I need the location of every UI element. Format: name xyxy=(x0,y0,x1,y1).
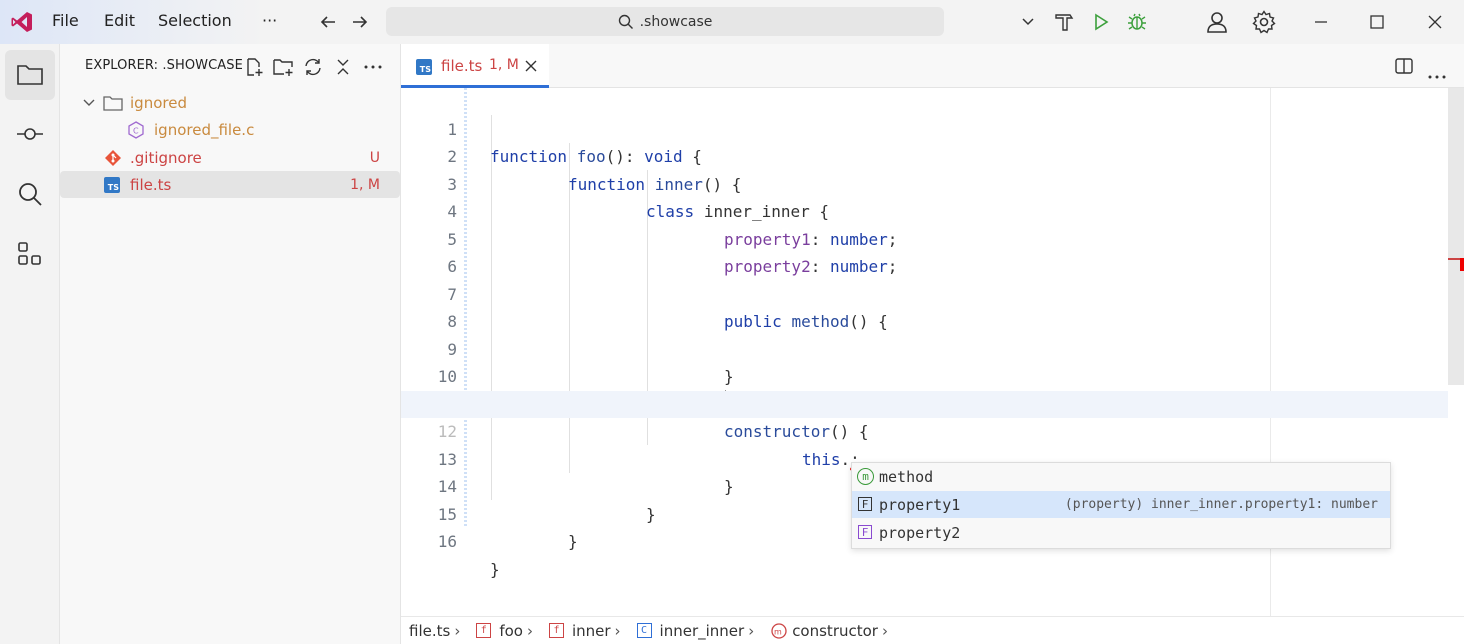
explorer-view-button[interactable] xyxy=(5,50,55,100)
split-editor-icon[interactable] xyxy=(1395,58,1413,78)
app-logo-icon xyxy=(11,12,32,32)
command-center-search[interactable]: .showcase xyxy=(386,7,944,36)
code-editor[interactable]: 1 function foo(): void { 2 function inne… xyxy=(401,88,1464,616)
method-icon: m xyxy=(857,468,874,485)
menu-edit[interactable]: Edit xyxy=(104,11,135,30)
maximize-icon[interactable] xyxy=(1365,10,1389,34)
editor-area: TS file.ts 1, M 1 function foo(): void {… xyxy=(401,44,1464,644)
debug-icon[interactable] xyxy=(1125,10,1149,34)
code-line: 13 } xyxy=(437,449,734,497)
function-icon: f xyxy=(548,623,564,638)
code-line: 2 function inner() { xyxy=(447,147,742,194)
svg-text:m: m xyxy=(774,627,782,636)
gear-icon[interactable] xyxy=(1252,10,1276,34)
field-icon: F xyxy=(858,497,872,511)
extensions-icon xyxy=(18,242,41,265)
code-line-current: 12 this.; xyxy=(401,390,1448,469)
more-actions-icon[interactable] xyxy=(1428,64,1446,83)
code-line: 9 } xyxy=(447,339,734,387)
explorer-title: EXPLORER: .SHOWCASE xyxy=(85,58,243,73)
more-actions-icon[interactable] xyxy=(362,56,384,78)
folder-icon xyxy=(17,65,43,85)
tree-item-label: .gitignore xyxy=(130,148,202,167)
back-arrow-icon[interactable] xyxy=(316,10,340,34)
minimize-icon[interactable] xyxy=(1309,10,1333,34)
code-line: 3 class inner_inner { xyxy=(447,174,830,222)
tree-item-label: file.ts xyxy=(130,175,172,194)
code-line: 6 xyxy=(447,257,457,276)
field-icon: F xyxy=(858,525,872,539)
suggestion-property2[interactable]: F property2 xyxy=(852,519,1390,546)
chevron-down-icon xyxy=(83,99,95,106)
function-icon: f xyxy=(476,623,492,638)
tab-status: 1, M xyxy=(489,57,519,73)
git-commit-icon xyxy=(17,128,43,140)
breadcrumb-constructor[interactable]: m constructor › xyxy=(766,622,894,640)
breadcrumb-file[interactable]: file.ts › xyxy=(409,622,466,640)
new-folder-icon[interactable] xyxy=(272,56,294,78)
code-line: 10 xyxy=(437,367,457,386)
tab-file-ts[interactable]: TS file.ts 1, M xyxy=(401,44,549,88)
breadcrumb-inner-inner[interactable]: Cinner_inner › xyxy=(633,622,761,640)
class-icon: C xyxy=(636,623,652,638)
explorer-sidebar: EXPLORER: .SHOWCASE ignored C ignored_fi… xyxy=(60,44,401,644)
menu-more[interactable]: ··· xyxy=(262,11,277,30)
search-text: .showcase xyxy=(639,13,713,30)
code-line: 1 function foo(): void { xyxy=(447,119,702,167)
untracked-badge: U xyxy=(369,149,380,166)
tree-item-ignored-folder[interactable]: ignored xyxy=(60,89,400,116)
search-icon xyxy=(618,14,633,29)
search-view-button[interactable] xyxy=(5,169,55,219)
account-icon[interactable] xyxy=(1205,10,1229,34)
breadcrumb-inner[interactable]: f inner › xyxy=(545,622,627,640)
search-icon xyxy=(19,183,42,206)
menu-selection[interactable]: Selection xyxy=(158,11,232,30)
typescript-icon: TS xyxy=(104,176,120,193)
activity-bar xyxy=(0,44,60,644)
svg-text:C: C xyxy=(133,126,139,135)
source-control-view-button[interactable] xyxy=(5,109,55,159)
hammer-icon[interactable] xyxy=(1052,10,1076,34)
editor-scrollbar[interactable] xyxy=(1448,88,1464,385)
code-line: 7 public method() { xyxy=(447,284,888,332)
close-icon[interactable] xyxy=(525,60,537,72)
collapse-all-icon[interactable] xyxy=(332,56,354,78)
tree-item-gitignore[interactable]: .gitignore U xyxy=(60,144,400,171)
chevron-down-icon[interactable] xyxy=(1016,10,1040,34)
tab-label: file.ts xyxy=(441,57,483,75)
tree-item-ignored-file[interactable]: C ignored_file.c xyxy=(60,116,400,143)
folder-icon xyxy=(103,95,123,111)
new-file-icon[interactable] xyxy=(243,56,265,78)
code-line: 5 property2: number; xyxy=(447,229,898,277)
breadcrumb-foo[interactable]: f foo › xyxy=(472,622,539,640)
run-icon[interactable] xyxy=(1089,10,1113,34)
tree-item-label: ignored_file.c xyxy=(154,120,255,139)
code-line: 11 constructor() { xyxy=(438,395,869,442)
tree-item-file-ts[interactable]: TS file.ts 1, M xyxy=(60,171,400,198)
breadcrumb: file.ts › f foo › f inner › Cinner_inner › m c… xyxy=(401,616,1464,644)
menu-file[interactable]: File xyxy=(52,11,79,30)
refresh-icon[interactable] xyxy=(302,56,324,78)
tree-item-label: ignored xyxy=(130,93,187,112)
typescript-icon: TS xyxy=(416,59,432,75)
close-icon[interactable] xyxy=(1423,10,1447,34)
tab-bar: TS file.ts 1, M xyxy=(401,44,1464,88)
title-bar: File Edit Selection ··· .showcase xyxy=(0,0,1464,44)
modified-badge: 1, M xyxy=(350,176,380,193)
suggestion-property1[interactable]: F property1 (property) inner_inner.prope… xyxy=(852,491,1390,518)
c-file-icon: C xyxy=(128,120,144,139)
code-line: 4 property1: number; xyxy=(447,202,898,249)
constructor-icon: m xyxy=(771,622,787,639)
code-line: 8 xyxy=(447,312,457,331)
extensions-view-button[interactable] xyxy=(5,229,55,279)
error-overview-marker xyxy=(1460,258,1464,271)
forward-arrow-icon[interactable] xyxy=(348,10,372,34)
git-icon xyxy=(105,149,121,166)
suggestion-method[interactable]: m method xyxy=(852,463,1390,490)
suggest-widget: m method F property1 (property) inner_in… xyxy=(851,462,1391,549)
